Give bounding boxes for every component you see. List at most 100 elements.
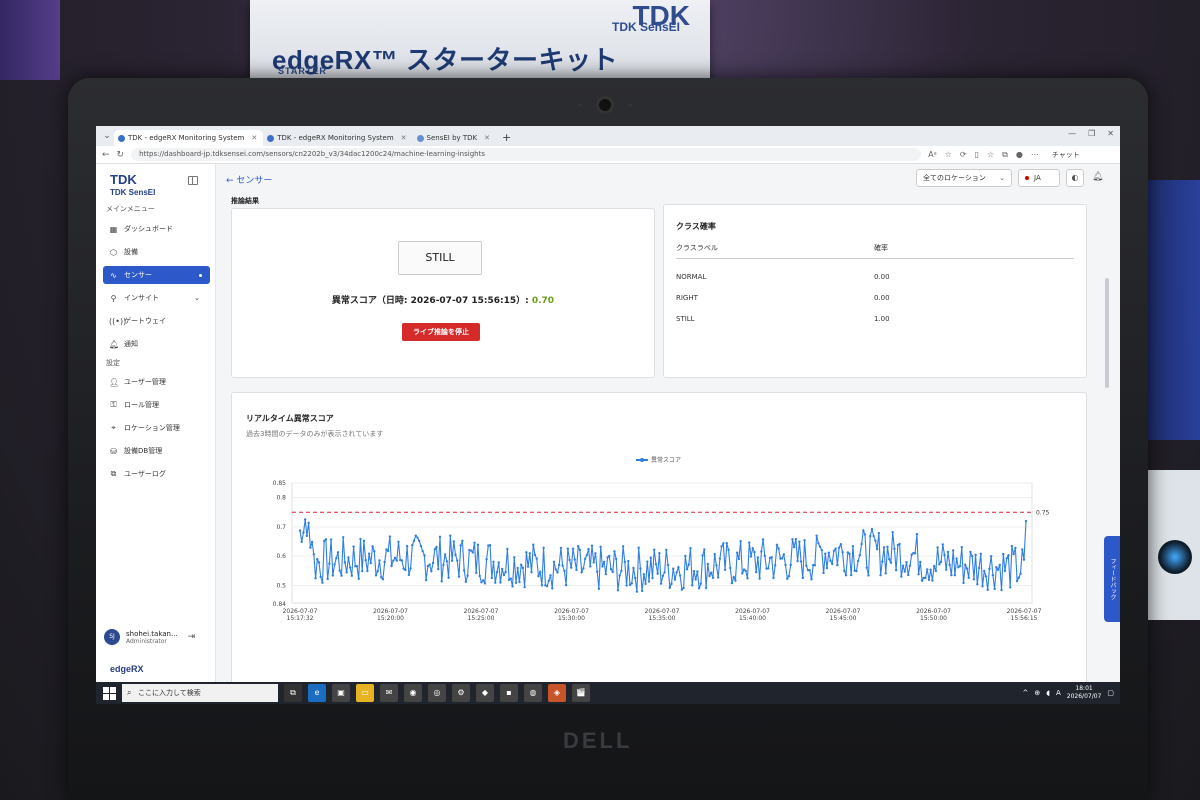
tab-list-icon[interactable]: ⌄	[100, 129, 114, 143]
data-point	[630, 582, 633, 585]
clapper-icon[interactable]: 🎬︎	[572, 684, 590, 702]
browser-tab-1[interactable]: TDK - edgeRX Monitoring System ✕	[114, 130, 264, 146]
main-menu-heading: メインメニュー	[106, 205, 155, 213]
close-window-icon[interactable]: ✕	[1107, 129, 1114, 138]
data-point	[395, 559, 398, 562]
theme-toggle-icon[interactable]: ◐	[1066, 169, 1084, 187]
favorite-star-icon[interactable]: ☆	[945, 150, 952, 160]
realtime-score-card: リアルタイム異常スコア 過去3時間のデータのみが表示されています 異常スコア 0…	[231, 392, 1087, 682]
sidebar-item-equipment-db[interactable]: ⛁ 設備DB管理	[103, 442, 210, 460]
data-point	[955, 557, 958, 560]
chart-legend[interactable]: 異常スコア	[636, 455, 681, 464]
app-icon[interactable]: ◍	[524, 684, 542, 702]
sidebar-item-sensors[interactable]: ∿ センサー	[103, 266, 210, 284]
close-icon[interactable]: ✕	[484, 130, 490, 146]
sidebar-item-dashboard[interactable]: ▦ ダッシュボード	[103, 220, 210, 238]
sidebar-item-label: ユーザー管理	[124, 378, 166, 386]
language-select[interactable]: JA	[1018, 169, 1060, 187]
notification-bell-icon[interactable]: 🔔︎	[1092, 172, 1103, 182]
copilot-chat-button[interactable]: チャット	[1052, 150, 1080, 160]
data-point	[865, 566, 868, 569]
app-icon[interactable]: ▪	[500, 684, 518, 702]
refresh-icon[interactable]: ↻	[117, 150, 125, 160]
scrollbar-thumb[interactable]	[1105, 278, 1109, 388]
webcam	[596, 96, 614, 114]
chevron-up-icon[interactable]: ^	[1023, 689, 1029, 697]
back-arrow-icon[interactable]: ←	[102, 150, 110, 160]
back-to-sensors-link[interactable]: ← センサー	[226, 173, 272, 186]
x-tick-label-date: 2026-07-07	[554, 608, 589, 615]
x-tick-label-time: 15:25:00	[468, 615, 495, 622]
sidebar-item-label: ゲートウェイ	[124, 317, 166, 325]
app-icon[interactable]: ⚙	[452, 684, 470, 702]
favorites-icon[interactable]: ☆	[987, 150, 994, 160]
more-icon[interactable]: ⋯	[1031, 150, 1039, 160]
app-icon[interactable]: ◈	[548, 684, 566, 702]
data-point	[604, 572, 608, 576]
data-point	[380, 576, 383, 579]
data-point	[462, 569, 466, 572]
location-select[interactable]: 全てのロケーション ⌄	[916, 169, 1012, 187]
data-point	[794, 537, 798, 541]
data-point	[540, 584, 544, 587]
minimize-icon[interactable]: —	[1068, 129, 1076, 138]
data-point	[336, 551, 340, 554]
store-icon[interactable]: ▣	[332, 684, 350, 702]
logout-icon[interactable]: ⇥	[188, 632, 196, 642]
profile-icon[interactable]: ●	[1016, 150, 1023, 160]
x-tick-label-date: 2026-07-07	[826, 608, 861, 615]
windows-start-icon[interactable]	[100, 684, 118, 702]
split-screen-icon[interactable]: ▯	[975, 150, 979, 160]
data-point	[958, 564, 962, 568]
user-profile[interactable]: SJ shohei.takan... Administrator ⇥	[104, 624, 212, 650]
maximize-icon[interactable]: ❐	[1088, 129, 1095, 138]
feedback-tab[interactable]: フィードバック	[1104, 536, 1120, 622]
sidebar-item-gateway[interactable]: ((•)) ゲートウェイ	[103, 312, 210, 330]
taskbar-search[interactable]: ⌕ ここに入力して検索	[122, 684, 278, 702]
app-icon[interactable]: ◆	[476, 684, 494, 702]
pin-icon: ⌖	[111, 423, 116, 432]
dell-icon[interactable]: ◎	[428, 684, 446, 702]
task-view-icon[interactable]: ⧉	[284, 684, 302, 702]
data-point	[938, 563, 941, 566]
new-tab-icon[interactable]: +	[502, 131, 511, 144]
network-icon[interactable]: ⊕	[1034, 689, 1040, 697]
extensions-icon[interactable]: ⟳	[960, 150, 967, 160]
sidebar-item-notifications[interactable]: 🔔︎ 通知	[103, 335, 210, 353]
browser-tab-2[interactable]: TDK - edgeRX Monitoring System ✕	[263, 130, 412, 146]
data-point	[414, 534, 417, 537]
data-point	[945, 568, 948, 571]
data-point	[494, 581, 497, 584]
sidebar-item-user-management[interactable]: 👤︎ ユーザー管理	[103, 373, 210, 391]
notification-center-icon[interactable]: ▢	[1107, 689, 1114, 697]
sidebar-item-insights[interactable]: ⚲ インサイト ⌄	[103, 289, 210, 307]
data-point	[492, 560, 495, 564]
data-point	[874, 539, 877, 542]
edge-icon[interactable]: e	[308, 684, 326, 702]
sidebar-item-role-management[interactable]: ⚿ ロール管理	[103, 396, 210, 414]
data-point	[851, 545, 855, 548]
data-point	[416, 536, 419, 539]
collections-icon[interactable]: ⧉	[1002, 150, 1008, 160]
mail-icon[interactable]: ✉	[380, 684, 398, 702]
sidebar-item-location-management[interactable]: ⌖ ロケーション管理	[103, 419, 210, 437]
data-point	[321, 581, 324, 584]
browser-tab-3[interactable]: SensEI by TDK ✕	[413, 130, 497, 146]
sidebar-collapse-icon[interactable]	[188, 176, 198, 185]
sidebar-item-user-log[interactable]: ⧉ ユーザーログ	[103, 465, 210, 483]
ime-icon[interactable]: A	[1056, 689, 1061, 697]
stop-live-inference-button[interactable]: ライブ推論を停止	[402, 323, 480, 341]
logo-tdk: TDK	[110, 172, 137, 187]
explorer-icon[interactable]: ▭	[356, 684, 374, 702]
sidebar-item-equipment[interactable]: ⬡ 設備	[103, 243, 210, 261]
volume-icon[interactable]: ◖	[1046, 689, 1050, 697]
data-point	[348, 566, 352, 569]
read-aloud-icon[interactable]: Aᵃ	[928, 150, 937, 160]
anomaly-score-chart[interactable]: 0.50.60.70.80.850.840.752026-07-0715:17:…	[240, 473, 1070, 633]
chrome-icon[interactable]: ◉	[404, 684, 422, 702]
close-icon[interactable]: ✕	[401, 130, 407, 146]
close-icon[interactable]: ✕	[251, 130, 257, 146]
data-point	[901, 564, 905, 567]
clock[interactable]: 18:01 2026/07/07	[1067, 685, 1102, 701]
url-field[interactable]: https://dashboard-jp.tdksensei.com/senso…	[131, 148, 922, 161]
